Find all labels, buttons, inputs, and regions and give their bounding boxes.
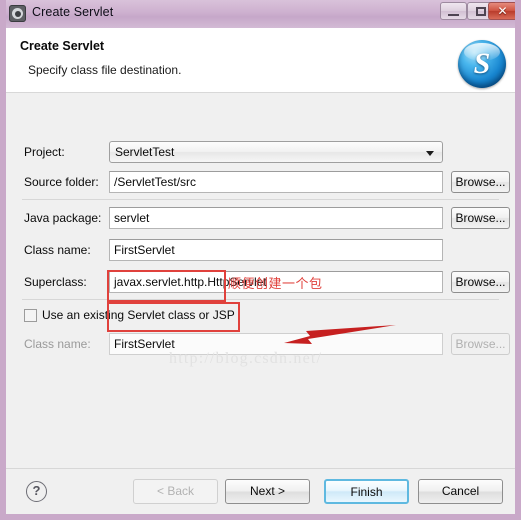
use-existing-label: Use an existing Servlet class or JSP (42, 308, 235, 322)
title-bar: Create Servlet ✕ (6, 0, 515, 28)
existing-class-name-label: Class name: (24, 337, 91, 351)
maximize-icon (476, 7, 486, 16)
dialog-footer: ? < Back Next > Finish Cancel (6, 468, 515, 514)
form-separator-top (22, 199, 499, 200)
project-value: ServletTest (115, 145, 175, 159)
existing-class-name-row: Class name: FirstServlet Browse... (6, 333, 515, 357)
create-servlet-dialog: Create Servlet ✕ Create Servlet Specify … (0, 0, 521, 520)
chevron-down-icon (426, 151, 434, 156)
source-folder-browse-button[interactable]: Browse... (451, 171, 510, 193)
project-row: Project: ServletTest (6, 141, 515, 165)
next-button[interactable]: Next > (225, 479, 310, 504)
dialog-header: Create Servlet Specify class file destin… (6, 28, 515, 93)
close-button[interactable]: ✕ (488, 2, 515, 20)
superclass-browse-button[interactable]: Browse... (451, 271, 510, 293)
use-existing-row: Use an existing Servlet class or JSP (6, 307, 515, 325)
window-title: Create Servlet (32, 5, 114, 19)
finish-button[interactable]: Finish (324, 479, 409, 504)
java-package-label: Java package: (24, 211, 102, 225)
class-name-row: Class name: FirstServlet (6, 239, 515, 263)
back-button: < Back (133, 479, 218, 504)
cancel-button[interactable]: Cancel (418, 479, 503, 504)
source-folder-input[interactable]: /ServletTest/src (109, 171, 443, 193)
existing-class-name-browse-button: Browse... (451, 333, 510, 355)
class-name-input[interactable]: FirstServlet (109, 239, 443, 261)
page-title: Create Servlet (20, 39, 105, 53)
class-name-label: Class name: (24, 243, 91, 257)
close-icon: ✕ (497, 4, 508, 18)
java-package-browse-button[interactable]: Browse... (451, 207, 510, 229)
dialog-client-area: Create Servlet Specify class file destin… (6, 28, 515, 514)
page-description: Specify class file destination. (28, 63, 182, 77)
java-package-input[interactable]: servlet (109, 207, 443, 229)
superclass-label: Superclass: (24, 275, 87, 289)
help-icon[interactable]: ? (26, 481, 47, 502)
minimize-icon (448, 14, 459, 16)
form-body: Project: ServletTest Source folder: /Ser… (6, 93, 515, 468)
java-package-row: Java package: servlet Browse... (6, 207, 515, 231)
form-separator-bottom (22, 299, 499, 300)
gear-icon (9, 5, 26, 22)
minimize-button[interactable] (440, 2, 467, 20)
source-folder-label: Source folder: (24, 175, 99, 189)
project-label: Project: (24, 145, 65, 159)
use-existing-checkbox[interactable] (24, 309, 37, 322)
source-folder-row: Source folder: /ServletTest/src Browse..… (6, 171, 515, 195)
existing-class-name-input[interactable]: FirstServlet (109, 333, 443, 355)
servlet-logo-icon: S (458, 40, 506, 88)
project-combobox[interactable]: ServletTest (109, 141, 443, 163)
annotation-note-text: 顺便创建一个包 (228, 277, 323, 292)
logo-letter: S (473, 47, 491, 80)
